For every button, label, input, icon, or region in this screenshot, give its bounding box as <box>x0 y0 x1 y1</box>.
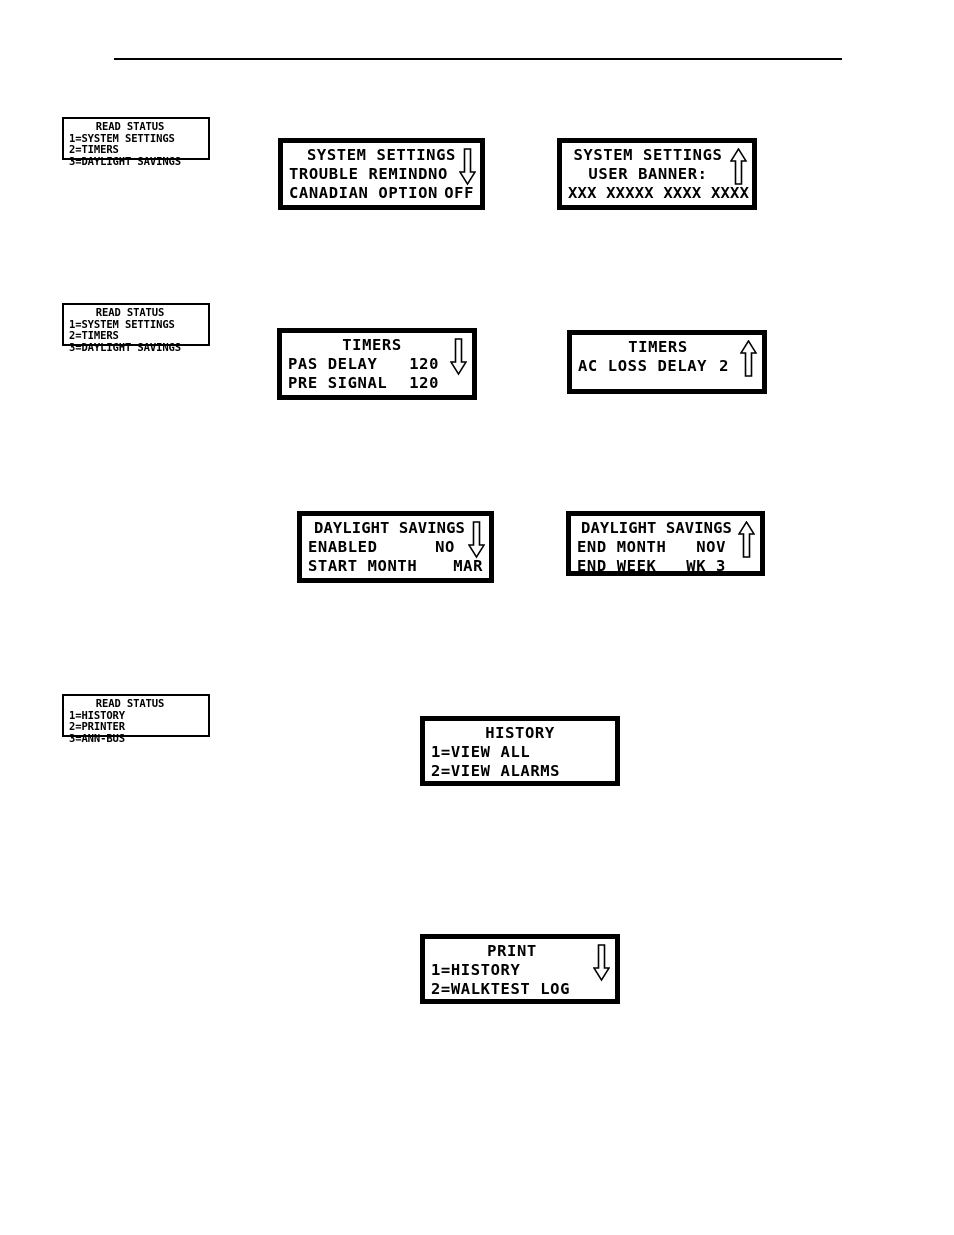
lcd-option-1[interactable]: 1=HISTORY <box>431 961 609 980</box>
lcd-subtitle: USER BANNER: <box>588 165 708 183</box>
lcd-user-banner: XXX XXXXX XXXX XXXX <box>568 184 750 202</box>
lcd-system-settings-2: SYSTEM SETTINGS USER BANNER: XXX XXXXX X… <box>557 138 757 210</box>
row-value: WK 3 <box>686 557 726 575</box>
lcd-title: DAYLIGHT SAVINGS <box>314 519 465 537</box>
lcd-option-1[interactable]: 1=VIEW ALL <box>431 743 609 762</box>
lcd-title-row: SYSTEM SETTINGS <box>568 146 747 185</box>
lcd-option-2[interactable]: 2=VIEW ALARMS <box>431 762 609 781</box>
lcd-title-row: DAYLIGHT SAVINGS <box>577 519 755 558</box>
row-value: NO <box>435 538 455 556</box>
read-status-menu-3[interactable]: READ STATUS 1=HISTORY 2=PRINTER 3=ANN-BU… <box>62 694 210 744</box>
lcd-history: HISTORY 1=VIEW ALL 2=VIEW ALARMS 3=VIEW … <box>420 716 620 786</box>
row-value: NO <box>454 203 474 205</box>
lcd-daylight-savings-1: DAYLIGHT SAVINGS ENABLED NO START MONTH … <box>297 511 494 583</box>
read-status-menu-2[interactable]: READ STATUS 1=SYSTEM SETTINGS 2=TIMERS 3… <box>62 303 210 353</box>
lcd-timers-2: TIMERS AC LOSS DELAY 2 <box>567 330 767 394</box>
lcd-row: START MONTH MAR <box>308 557 483 576</box>
lcd-row: WATERFLOW DELA 0 <box>288 393 466 395</box>
row-value: 120 <box>409 374 439 392</box>
row-label: CHRGR DISABLE <box>289 203 418 205</box>
lcd-option-2[interactable]: 2=WALKTEST LOG <box>431 980 609 999</box>
lcd-title-row: TIMERS <box>578 338 757 377</box>
row-label: TROUBLE REMIND <box>289 165 429 183</box>
lcd-title: DAYLIGHT SAVINGS <box>581 519 732 537</box>
read-status-menu-1[interactable]: READ STATUS 1=SYSTEM SETTINGS 2=TIMERS 3… <box>62 117 210 167</box>
menu-title: READ STATUS <box>95 121 165 133</box>
lcd-row: ENABLED NO <box>308 538 483 557</box>
row-value: 2 <box>719 357 729 375</box>
row-value: OFF <box>444 184 474 202</box>
lcd-row: PAS DELAY 120 <box>288 355 466 374</box>
row-label: CANADIAN OPTION <box>289 184 438 202</box>
lcd-title-row: DAYLIGHT SAVINGS <box>308 519 485 559</box>
lcd-title: SYSTEM SETTINGS <box>307 146 456 164</box>
manual-page: READ STATUS 1=SYSTEM SETTINGS 2=TIMERS 3… <box>0 0 954 1235</box>
menu-option-3[interactable]: 3=ANN-BUS <box>69 733 203 746</box>
lcd-title: TIMERS <box>628 338 688 356</box>
row-label: END WEEK <box>577 557 657 575</box>
lcd-row: CANADIAN OPTION OFF <box>289 184 474 203</box>
lcd-row: PRE SIGNAL 120 <box>288 374 466 393</box>
row-value: WK 3 <box>443 576 483 578</box>
lcd-title: PRINT <box>487 942 537 960</box>
lcd-row: END WEEK WK 3 <box>577 557 754 575</box>
row-label: ENABLED <box>308 538 378 556</box>
row-label: PAS DELAY <box>288 355 378 373</box>
menu-option-3[interactable]: 3=DAYLIGHT SAVINGS <box>69 156 203 169</box>
lcd-title-row: PRINT <box>431 942 610 982</box>
lcd-title: TIMERS <box>342 336 402 354</box>
lcd-row: START WEEK WK 3 <box>308 576 483 578</box>
row-value: NOV <box>696 538 726 556</box>
lcd-row: TROUBLE REMIND NO <box>289 165 474 184</box>
row-label: AC LOSS DELAY <box>578 357 708 375</box>
lcd-daylight-savings-2: DAYLIGHT SAVINGS END MONTH NOV END WEEK … <box>566 511 765 576</box>
row-value: MAR <box>453 557 483 575</box>
row-label: END MONTH <box>577 538 667 556</box>
lcd-system-settings-1: SYSTEM SETTINGS TROUBLE REMIND NO CANADI… <box>278 138 485 210</box>
row-value: 120 <box>409 355 439 373</box>
lcd-timers-1: TIMERS PAS DELAY 120 PRE SIGNAL 120 WATE… <box>277 328 477 400</box>
row-label: WATERFLOW DELA <box>288 393 427 395</box>
row-value: NO <box>428 165 448 183</box>
row-label: START WEEK <box>308 576 407 578</box>
lcd-option-3[interactable]: 3=EXIT PRINTING <box>431 999 609 1004</box>
lcd-title-row: SYSTEM SETTINGS <box>289 146 476 186</box>
row-label: PRE SIGNAL <box>288 374 388 392</box>
lcd-row: END MONTH NOV <box>577 538 754 557</box>
menu-title: READ STATUS <box>95 698 165 710</box>
header-rule <box>114 58 842 60</box>
row-label: START MONTH <box>308 557 418 575</box>
menu-title: READ STATUS <box>95 307 165 319</box>
lcd-print: PRINT 1=HISTORY 2=WALKTEST LOG 3=EXIT PR… <box>420 934 620 1004</box>
row-value: 0 <box>429 393 439 395</box>
lcd-row: AC LOSS DELAY 2 <box>578 357 756 376</box>
lcd-option-3[interactable]: 3=VIEW OTHER EVENTS <box>431 781 609 786</box>
lcd-title: SYSTEM SETTINGS <box>573 146 723 164</box>
lcd-title: HISTORY <box>485 724 555 742</box>
lcd-row: CHRGR DISABLE NO <box>289 203 474 205</box>
lcd-title-row: TIMERS <box>288 336 467 376</box>
menu-option-3[interactable]: 3=DAYLIGHT SAVINGS <box>69 342 203 355</box>
